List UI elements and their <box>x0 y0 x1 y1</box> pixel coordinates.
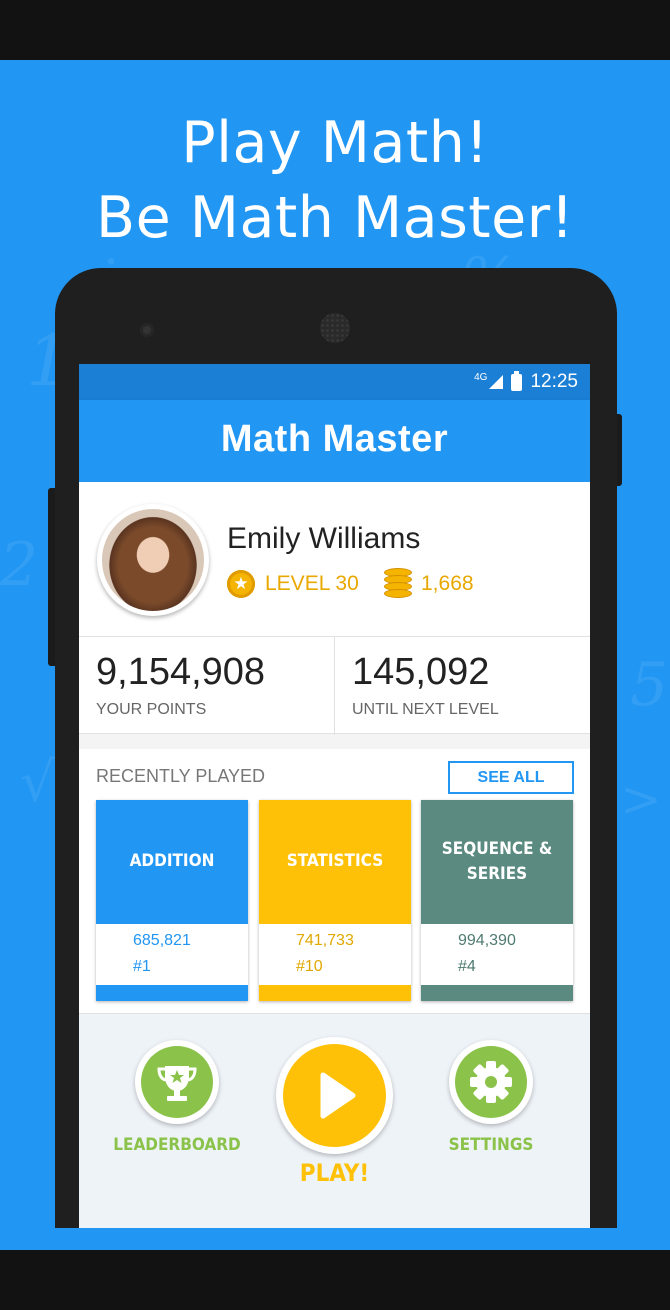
leaderboard-circle <box>141 1046 213 1118</box>
card-rank: #10 <box>296 958 323 975</box>
points-label: YOUR POINTS <box>96 701 207 718</box>
coins-icon <box>384 568 412 598</box>
headline-line-1: Play Math! <box>181 110 489 176</box>
leaderboard-button[interactable] <box>135 1040 219 1124</box>
top-frame-bar <box>0 0 670 60</box>
card-rank: #4 <box>458 958 476 975</box>
play-label[interactable]: PLAY! <box>274 1159 395 1187</box>
play-button[interactable] <box>276 1037 393 1154</box>
bottom-controls: LEADERBOARD PLAY! SETTINGS <box>79 1013 590 1228</box>
card-header: SEQUENCE & SERIES <box>421 800 573 924</box>
level-text: LEVEL 30 <box>265 572 359 595</box>
network-type: 4G <box>474 371 488 383</box>
card-score: 741,733 <box>296 932 354 949</box>
phone-frame: 4G 12:25 Math Master Emily Williams ★ LE… <box>55 268 617 1228</box>
app-title: Math Master <box>220 418 449 460</box>
card-rank: #1 <box>133 958 151 975</box>
recent-card-sequence-series[interactable]: SEQUENCE & SERIES 994,390 #4 <box>421 800 573 1001</box>
app-screen: 4G 12:25 Math Master Emily Williams ★ LE… <box>79 364 590 1228</box>
play-circle <box>283 1044 386 1147</box>
recently-played-title: RECENTLY PLAYED <box>96 766 266 786</box>
card-title-line-1: SEQUENCE & <box>441 839 553 859</box>
gear-icon <box>470 1061 512 1103</box>
signal-icon <box>489 375 504 389</box>
recent-card-addition[interactable]: ADDITION 685,821 #1 <box>96 800 248 1001</box>
avatar[interactable] <box>97 504 209 616</box>
next-level-value: 145,092 <box>352 651 490 693</box>
card-score: 685,821 <box>133 932 191 949</box>
status-time: 12:25 <box>530 371 578 392</box>
card-footer-bar <box>259 985 411 1001</box>
card-header: STATISTICS <box>259 800 411 924</box>
speaker-icon <box>320 313 350 343</box>
avatar-photo <box>102 509 204 611</box>
battery-icon <box>511 370 523 391</box>
settings-circle <box>455 1046 527 1118</box>
card-header: ADDITION <box>96 800 248 924</box>
status-bar: 4G 12:25 <box>79 364 590 400</box>
settings-label[interactable]: SETTINGS <box>421 1135 561 1155</box>
see-all-button[interactable]: SEE ALL <box>448 761 574 794</box>
points-value: 9,154,908 <box>96 651 266 693</box>
star-badge-icon: ★ <box>227 570 255 598</box>
camera-icon <box>140 323 154 337</box>
trophy-icon <box>157 1066 197 1101</box>
decor-symbol: > <box>620 770 662 828</box>
stats-panel: 9,154,908 YOUR POINTS 145,092 UNTIL NEXT… <box>79 636 590 735</box>
coins-count: 1,668 <box>421 572 474 595</box>
headline-line-2: Be Math Master! <box>95 185 574 251</box>
profile-card[interactable]: Emily Williams ★ LEVEL 30 1,668 <box>79 482 590 636</box>
decor-symbol: √ <box>20 750 56 814</box>
card-title-line-2: SERIES <box>466 864 528 884</box>
card-footer-bar <box>421 985 573 1001</box>
decor-symbol: 5 <box>630 650 669 720</box>
bottom-frame-bar <box>0 1250 670 1310</box>
card-title: STATISTICS <box>286 851 384 871</box>
leaderboard-label[interactable]: LEADERBOARD <box>107 1135 247 1155</box>
app-bar: Math Master <box>79 400 590 482</box>
stats-divider <box>334 637 335 735</box>
user-name: Emily Williams <box>227 522 421 555</box>
recently-played-section: RECENTLY PLAYED SEE ALL ADDITION 685,821… <box>79 749 590 1013</box>
status-icons: 4G 12:25 <box>474 370 578 393</box>
next-level-label: UNTIL NEXT LEVEL <box>352 701 499 718</box>
decor-symbol: 2 <box>0 530 39 600</box>
card-title: ADDITION <box>129 851 215 871</box>
settings-button[interactable] <box>449 1040 533 1124</box>
card-footer-bar <box>96 985 248 1001</box>
play-icon <box>320 1072 356 1119</box>
card-score: 994,390 <box>458 932 516 949</box>
recent-card-statistics[interactable]: STATISTICS 741,733 #10 <box>259 800 411 1001</box>
